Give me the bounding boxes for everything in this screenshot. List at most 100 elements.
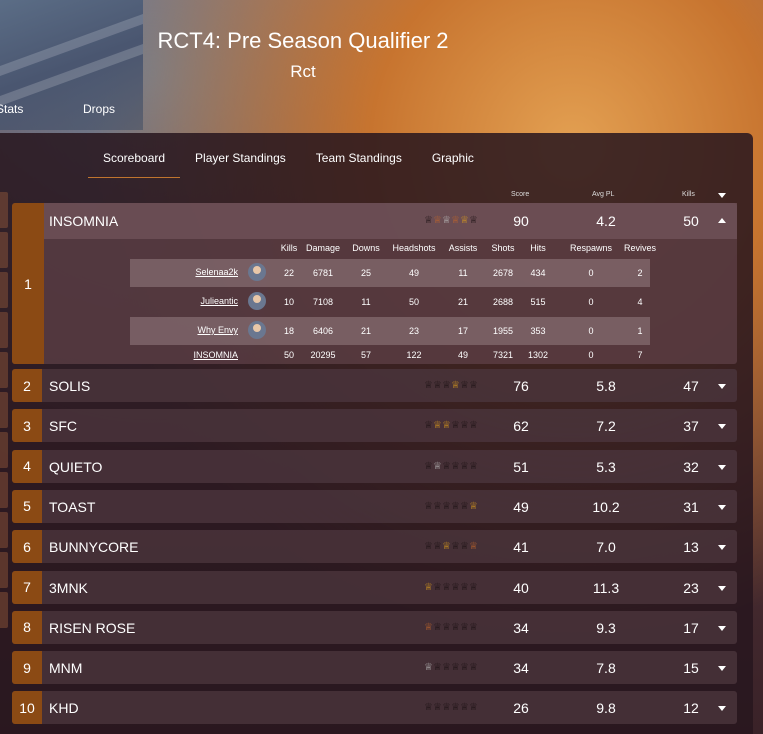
team-header[interactable] [44, 203, 737, 239]
trophy-row: ♕♕♕♕♕♕ [424, 541, 478, 552]
player-stat-value: 17 [457, 326, 468, 336]
player-stat-value: 22 [283, 268, 294, 278]
trophy-row: ♕♕♕♕♕♕ [424, 622, 478, 633]
trophy-icon: ♕ [424, 420, 434, 432]
column-header-kills[interactable]: Kills [682, 191, 695, 198]
trophy-icon: ♕ [424, 380, 434, 391]
team-avg-pl: 7.2 [596, 418, 616, 435]
trophy-icon: ♕ [433, 460, 443, 472]
trophy-row: ♕♕♕♕♕♕ [424, 501, 478, 512]
team-name: BUNNYCORE [49, 539, 139, 556]
chevron-down-icon[interactable] [718, 706, 726, 712]
team-name: 3MNK [49, 579, 88, 596]
stat-header[interactable]: Assists [443, 243, 483, 253]
chevron-down-icon[interactable] [718, 424, 726, 430]
player-stat-value: 1 [637, 326, 643, 336]
player-stat-value: 4 [637, 297, 643, 307]
chevron-down-icon[interactable] [718, 464, 726, 470]
column-header-score[interactable]: Score [511, 191, 529, 198]
team-total-value: 49 [457, 350, 468, 360]
stat-header[interactable]: Respawns [566, 243, 616, 253]
column-header-avg-pl[interactable]: Avg PL [592, 191, 614, 198]
tab-team-standings[interactable]: Team Standings [316, 150, 402, 178]
chevron-down-icon[interactable] [718, 666, 726, 672]
tab-graphic[interactable]: Graphic [432, 150, 474, 178]
tab-scoreboard[interactable]: Scoreboard [88, 150, 181, 178]
player-stat-value: 11 [361, 297, 371, 307]
player-stat-value: 25 [360, 268, 371, 278]
team-kills: 12 [683, 700, 699, 717]
player-name-link[interactable]: Julieantic [128, 296, 238, 306]
trophy-icon: ♕ [433, 541, 443, 553]
rank-badge: 8 [12, 610, 42, 644]
trophy-icon: ♕ [433, 662, 443, 674]
stat-header[interactable]: Damage [301, 243, 345, 253]
player-stat-value: 0 [588, 268, 594, 278]
trophy-icon: ♕ [424, 662, 434, 674]
trophy-icon: ♕ [424, 215, 434, 226]
team-score: 34 [513, 660, 529, 677]
trophy-row: ♕♕♕♕♕♕ [424, 702, 478, 713]
trophy-icon: ♕ [442, 541, 452, 553]
team-score: 26 [513, 700, 529, 717]
team-name: RISEN ROSE [49, 619, 136, 636]
team-kills: 50 [683, 213, 699, 229]
top-tab-stats[interactable]: Stats [0, 102, 23, 116]
chevron-down-icon[interactable] [718, 504, 726, 510]
player-stat-value: 21 [360, 326, 371, 336]
team-avg-pl: 5.3 [596, 458, 616, 475]
trophy-icon: ♕ [442, 420, 452, 432]
trophy-icon: ♕ [460, 621, 470, 633]
team-avg-pl: 9.8 [596, 700, 616, 717]
trophy-icon: ♕ [451, 500, 461, 512]
trophy-icon: ♕ [451, 380, 461, 391]
stat-header[interactable]: Headshots [389, 243, 439, 253]
team-kills: 17 [683, 619, 699, 636]
stat-header[interactable]: Hits [523, 243, 553, 253]
chevron-down-icon[interactable] [718, 585, 726, 591]
team-kills: 37 [683, 418, 699, 435]
page-subtitle: Rct [290, 62, 316, 81]
tab-player-standings[interactable]: Player Standings [195, 150, 286, 178]
trophy-icon: ♕ [460, 420, 470, 432]
team-score: 90 [513, 213, 529, 229]
trophy-icon: ♕ [433, 215, 443, 226]
trophy-icon: ♕ [442, 460, 452, 472]
rank-badge: 7 [12, 570, 42, 604]
trophy-row: ♕♕♕♕♕♕ [424, 582, 478, 593]
chevron-down-icon[interactable] [718, 193, 726, 198]
team-total-value: 1302 [527, 350, 549, 360]
player-name-link[interactable]: Why Envy [128, 325, 238, 335]
player-stat-value: 2688 [492, 297, 514, 307]
trophy-icon: ♕ [451, 215, 461, 226]
chevron-up-icon[interactable] [718, 218, 726, 223]
player-stat-value: 353 [530, 326, 546, 336]
trophy-icon: ♕ [433, 702, 443, 714]
stat-header[interactable]: Revives [620, 243, 660, 253]
trophy-icon: ♕ [424, 500, 434, 512]
chevron-down-icon[interactable] [718, 545, 726, 551]
stat-header[interactable]: Shots [488, 243, 518, 253]
team-name: MNM [49, 660, 83, 677]
team-kills: 47 [683, 378, 699, 394]
top-tab-drops[interactable]: Drops [83, 102, 115, 116]
player-stat-value: 18 [283, 326, 294, 336]
trophy-icon: ♕ [442, 500, 452, 512]
trophy-row: ♕♕♕♕♕♕ [424, 380, 478, 391]
player-avatar [248, 263, 266, 281]
trophy-icon: ♕ [442, 581, 452, 593]
chevron-down-icon[interactable] [718, 625, 726, 631]
stat-header[interactable]: Kills [274, 243, 304, 253]
trophy-icon: ♕ [469, 380, 479, 391]
trophy-icon: ♕ [442, 662, 452, 674]
rank-badge: 6 [12, 530, 42, 564]
player-name-link[interactable]: Selenaa2k [128, 267, 238, 277]
trophy-icon: ♕ [460, 581, 470, 593]
trophy-icon: ♕ [469, 581, 479, 593]
chevron-down-icon[interactable] [718, 384, 726, 389]
stat-header[interactable]: Downs [351, 243, 381, 253]
trophy-icon: ♕ [424, 621, 434, 633]
trophy-icon: ♕ [442, 215, 452, 226]
team-total-link[interactable]: INSOMNIA [128, 350, 238, 360]
team-avg-pl: 5.8 [596, 378, 616, 394]
